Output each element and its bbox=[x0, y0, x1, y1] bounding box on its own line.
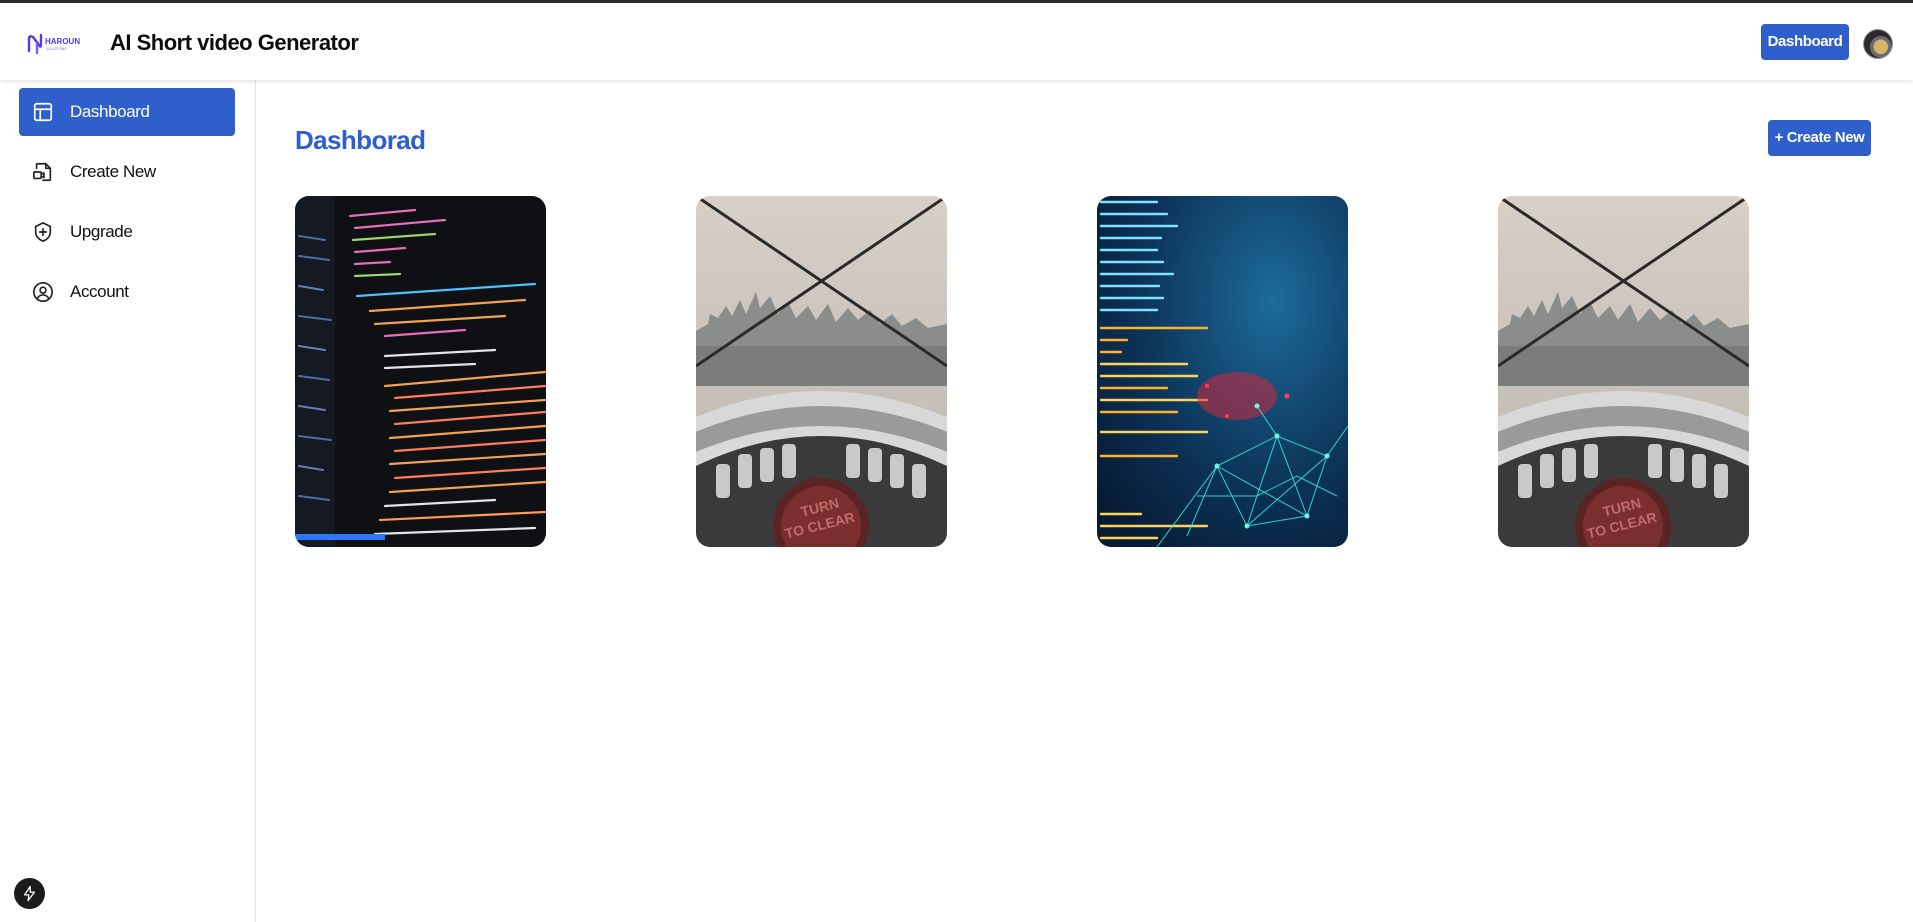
sidebar: Dashboard Create New Upgrade Account bbox=[0, 80, 256, 922]
main-content: Dashborad + Create New TURN TO CLEAR TUR… bbox=[257, 80, 1913, 922]
layout-icon bbox=[31, 100, 55, 124]
sidebar-item-account[interactable]: Account bbox=[19, 268, 235, 316]
app-logo[interactable]: HAROUN SOLUTIONS bbox=[27, 31, 87, 57]
video-card[interactable]: TURN TO CLEAR bbox=[696, 196, 947, 547]
sidebar-item-create-new[interactable]: Create New bbox=[19, 148, 235, 196]
bolt-icon[interactable] bbox=[14, 878, 45, 909]
app-title: AI Short video Generator bbox=[110, 30, 359, 55]
sidebar-item-label: Account bbox=[70, 282, 129, 301]
code-editor-thumbnail bbox=[295, 196, 546, 547]
shield-plus-icon bbox=[31, 220, 55, 244]
page-title: Dashborad bbox=[295, 125, 426, 155]
video-card[interactable]: TURN TO CLEAR bbox=[1498, 196, 1749, 547]
sidebar-item-label: Dashboard bbox=[70, 102, 150, 121]
user-circle-icon bbox=[31, 280, 55, 304]
svg-text:HAROUN: HAROUN bbox=[45, 37, 80, 46]
code-network-thumbnail bbox=[1097, 196, 1348, 547]
svg-text:SOLUTIONS: SOLUTIONS bbox=[46, 47, 67, 51]
video-card[interactable] bbox=[295, 196, 546, 547]
avatar[interactable] bbox=[1863, 29, 1893, 59]
file-video-icon bbox=[31, 160, 55, 184]
video-card[interactable] bbox=[1097, 196, 1348, 547]
sidebar-item-label: Create New bbox=[70, 162, 156, 181]
header-dashboard-button[interactable]: Dashboard bbox=[1761, 24, 1849, 60]
city-viewer-thumbnail: TURN TO CLEAR bbox=[696, 196, 947, 547]
create-new-button[interactable]: + Create New bbox=[1768, 120, 1871, 156]
sidebar-item-dashboard[interactable]: Dashboard bbox=[19, 88, 235, 136]
sidebar-item-label: Upgrade bbox=[70, 222, 133, 241]
city-viewer-thumbnail: TURN TO CLEAR bbox=[1498, 196, 1749, 547]
app-header: HAROUN SOLUTIONS AI Short video Generato… bbox=[0, 3, 1913, 80]
sidebar-item-upgrade[interactable]: Upgrade bbox=[19, 208, 235, 256]
